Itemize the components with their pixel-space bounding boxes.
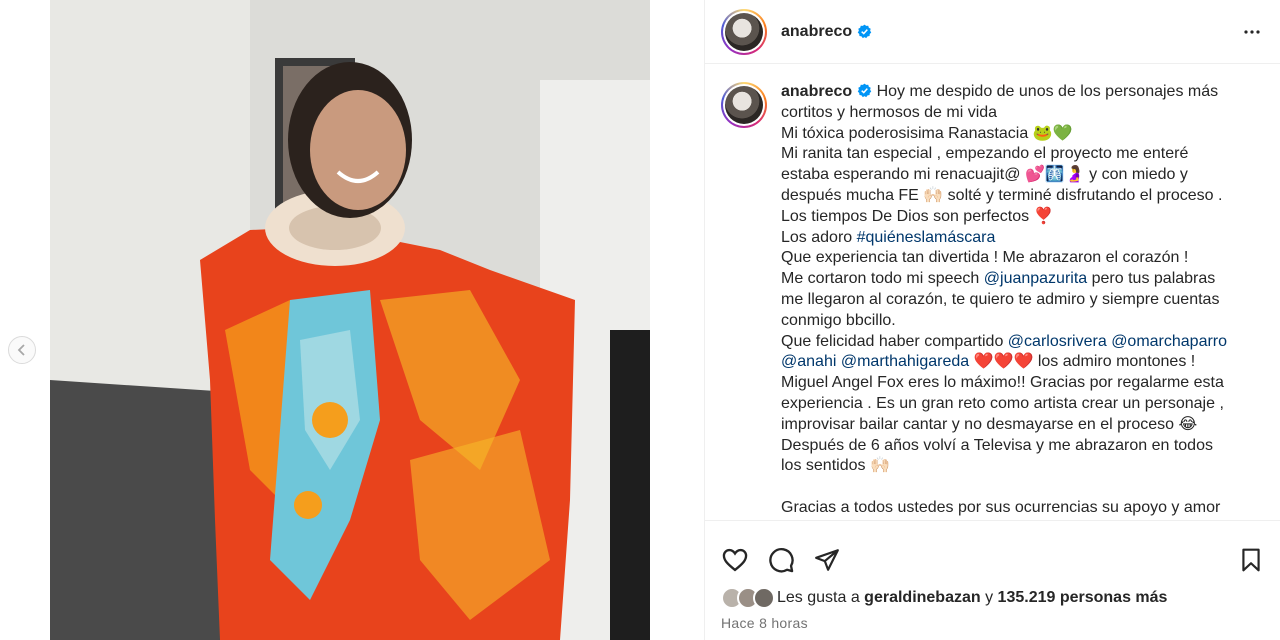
chevron-left-icon	[17, 344, 25, 356]
caption-line: conmigo bbcillo.	[781, 311, 1261, 332]
caption-text-segment: Hoy me despido de unos de los personajes…	[876, 83, 1219, 100]
caption-line: improvisar bailar cantar y no desmayarse…	[781, 415, 1261, 436]
likes-middle: y	[980, 589, 998, 606]
comments-section[interactable]: anabreco Hoy me despido de unos de los p…	[705, 66, 1280, 520]
likes-prefix: Les gusta a	[777, 589, 865, 606]
mention-link[interactable]: @omarchaparro	[1111, 333, 1227, 350]
caption-text-segment: después mucha FE 🙌🏻 solté y terminé disf…	[781, 186, 1223, 204]
caption-text-segment: pero tus palabras	[1087, 270, 1216, 288]
caption-line: Los tiempos De Dios son perfectos ❣️	[781, 207, 1261, 228]
verified-badge-icon	[857, 24, 872, 39]
caption-text-segment: Que experiencia tan divertida ! Me abraz…	[781, 249, 1189, 267]
more-options-icon[interactable]	[1240, 20, 1264, 44]
bookmark-icon[interactable]	[1237, 546, 1265, 574]
heart-icon[interactable]	[721, 546, 749, 574]
comment-icon[interactable]	[767, 546, 795, 574]
caption-text-segment: improvisar bailar cantar y no desmayarse…	[781, 415, 1198, 433]
caption-line: @anahi @marthahigareda ❤️❤️❤️ los admiro…	[781, 352, 1261, 373]
caption-line: Miguel Angel Fox eres lo máximo!! Gracia…	[781, 373, 1261, 394]
caption-line: cortitos y hermosos de mi vida	[781, 103, 1261, 124]
caption-line: Que felicidad haber compartido @carlosri…	[781, 332, 1261, 353]
likes-count-link[interactable]: 135.219 personas más	[998, 589, 1168, 607]
caption-line: estaba esperando mi renacuajit@ 💕🩻🤰 y co…	[781, 165, 1261, 186]
caption-text-segment: Me cortaron todo mi speech	[781, 270, 984, 288]
caption-text-segment: cortitos y hermosos de mi vida	[781, 103, 998, 121]
caption-line	[781, 477, 1261, 498]
liker-avatars[interactable]	[721, 587, 775, 609]
caption-line: anabreco Hoy me despido de unos de los p…	[781, 82, 1261, 103]
mention-link[interactable]: @carlosrivera	[1008, 333, 1107, 350]
caption-line: Que experiencia tan divertida ! Me abraz…	[781, 248, 1261, 269]
caption-line: experiencia . Es un gran reto como artis…	[781, 394, 1261, 415]
caption-text-segment: Los adoro	[781, 228, 857, 246]
caption-line: Los adoro #quiéneslamáscara	[781, 228, 1261, 249]
caption-text-segment: experiencia . Es un gran reto como artis…	[781, 394, 1224, 412]
post-header: anabreco	[705, 0, 1280, 64]
mention-link[interactable]: @marthahigareda	[841, 353, 969, 370]
liked-by-user-link[interactable]: geraldinebazan	[864, 589, 980, 607]
caption-text: anabreco Hoy me despido de unos de los p…	[781, 82, 1261, 519]
caption-line: Mi ranita tan especial , empezando el pr…	[781, 144, 1261, 165]
caption-text-segment: Gracias a todos ustedes por sus ocurrenc…	[781, 498, 1221, 516]
post-details-panel: anabreco anabreco Hoy me despido de unos…	[704, 0, 1280, 640]
caption-text-segment: conmigo bbcillo.	[781, 311, 896, 329]
caption-text-segment: Mi tóxica poderosisima Ranastacia 🐸💚	[781, 124, 1073, 142]
mention-link[interactable]: @anahi	[781, 353, 836, 370]
verified-badge-icon	[857, 83, 872, 98]
caption-text-segment: me llegaron al corazón, te quiero te adm…	[781, 290, 1220, 308]
header-username[interactable]: anabreco	[781, 23, 852, 41]
caption-text-segment: Miguel Angel Fox eres lo máximo!! Gracia…	[781, 374, 1224, 392]
caption-line: después mucha FE 🙌🏻 solté y terminé disf…	[781, 186, 1261, 207]
mention-link[interactable]: @juanpazurita	[984, 270, 1087, 287]
caption-text-segment: estaba esperando mi renacuajit@ 💕🩻🤰 y co…	[781, 166, 1188, 184]
share-icon[interactable]	[813, 546, 841, 574]
caption-line: Me cortaron todo mi speech @juanpazurita…	[781, 269, 1261, 290]
caption-text-segment: Que felicidad haber compartido	[781, 332, 1008, 350]
caption-text-segment: Los tiempos De Dios son perfectos ❣️	[781, 207, 1054, 225]
post-actions: Les gusta a geraldinebazan y 135.219 per…	[705, 520, 1280, 640]
hashtag-link[interactable]: #quiéneslamáscara	[857, 229, 996, 246]
likes-summary: Les gusta a geraldinebazan y 135.219 per…	[705, 583, 1280, 613]
caption: anabreco Hoy me despido de unos de los p…	[721, 82, 1265, 519]
caption-line: Gracias a todos ustedes por sus ocurrenc…	[781, 498, 1261, 519]
left-gutter	[0, 0, 50, 640]
caption-line: me llegaron al corazón, te quiero te adm…	[781, 290, 1261, 311]
caption-text-segment: ❤️❤️❤️ los admiro montones !	[969, 353, 1196, 371]
caption-username[interactable]: anabreco	[781, 83, 852, 100]
previous-post-button[interactable]	[8, 336, 36, 364]
post-photo[interactable]	[50, 0, 650, 640]
gutter	[650, 0, 704, 640]
caption-text-segment: Después de 6 años volví a Televisa y me …	[781, 436, 1213, 454]
caption-line: los sentidos 🙌🏻	[781, 456, 1261, 477]
caption-line: Después de 6 años volví a Televisa y me …	[781, 436, 1261, 457]
caption-line: Mi tóxica poderosisima Ranastacia 🐸💚	[781, 124, 1261, 145]
avatar	[753, 587, 775, 609]
caption-text-segment: Mi ranita tan especial , empezando el pr…	[781, 145, 1189, 163]
caption-text-segment: los sentidos 🙌🏻	[781, 457, 890, 475]
caption-avatar[interactable]	[721, 82, 767, 128]
avatar[interactable]	[721, 8, 767, 55]
post-timestamp[interactable]: Hace 8 horas	[705, 613, 1280, 633]
